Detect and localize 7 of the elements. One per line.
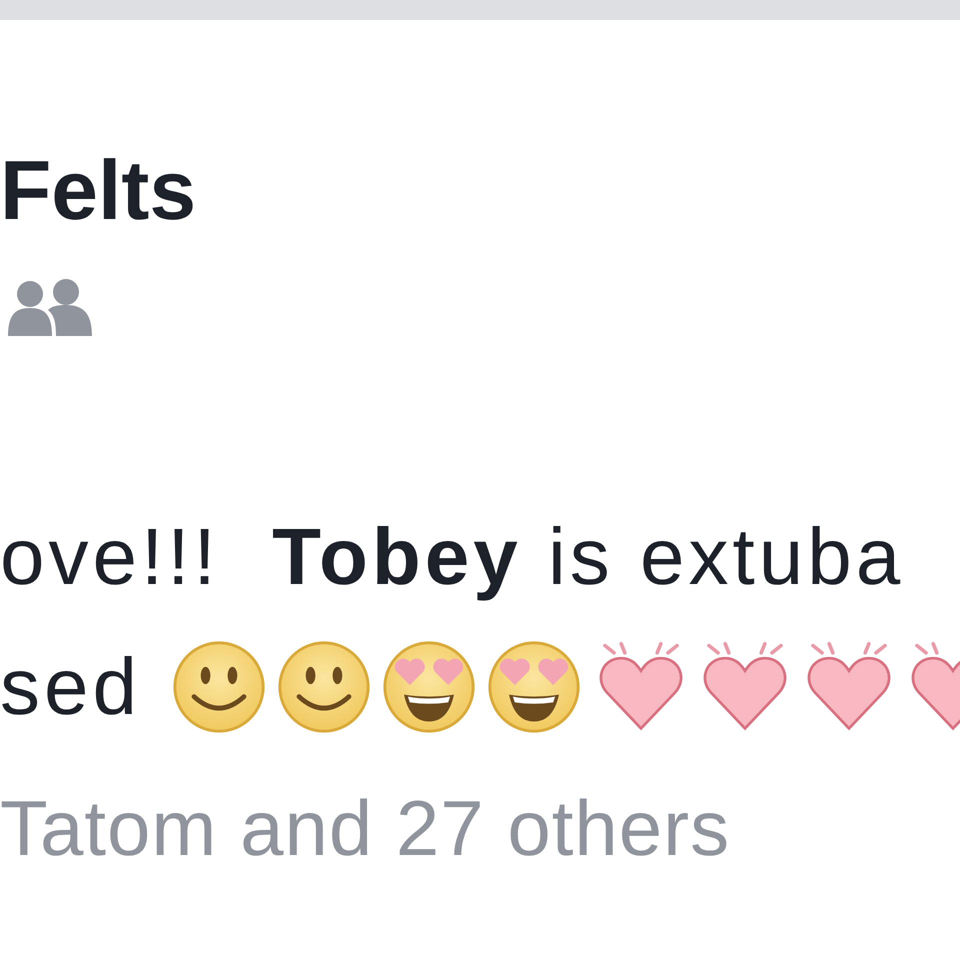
post-text: sed xyxy=(0,647,141,727)
heart-eyes-emoji-icon xyxy=(380,639,477,735)
smiley-emoji-icon xyxy=(170,639,267,735)
author-name[interactable]: Felts xyxy=(0,148,196,232)
friends-icon[interactable] xyxy=(8,278,92,336)
heart-eyes-emoji-icon xyxy=(486,639,582,735)
smiley-emoji-icon xyxy=(276,639,372,735)
